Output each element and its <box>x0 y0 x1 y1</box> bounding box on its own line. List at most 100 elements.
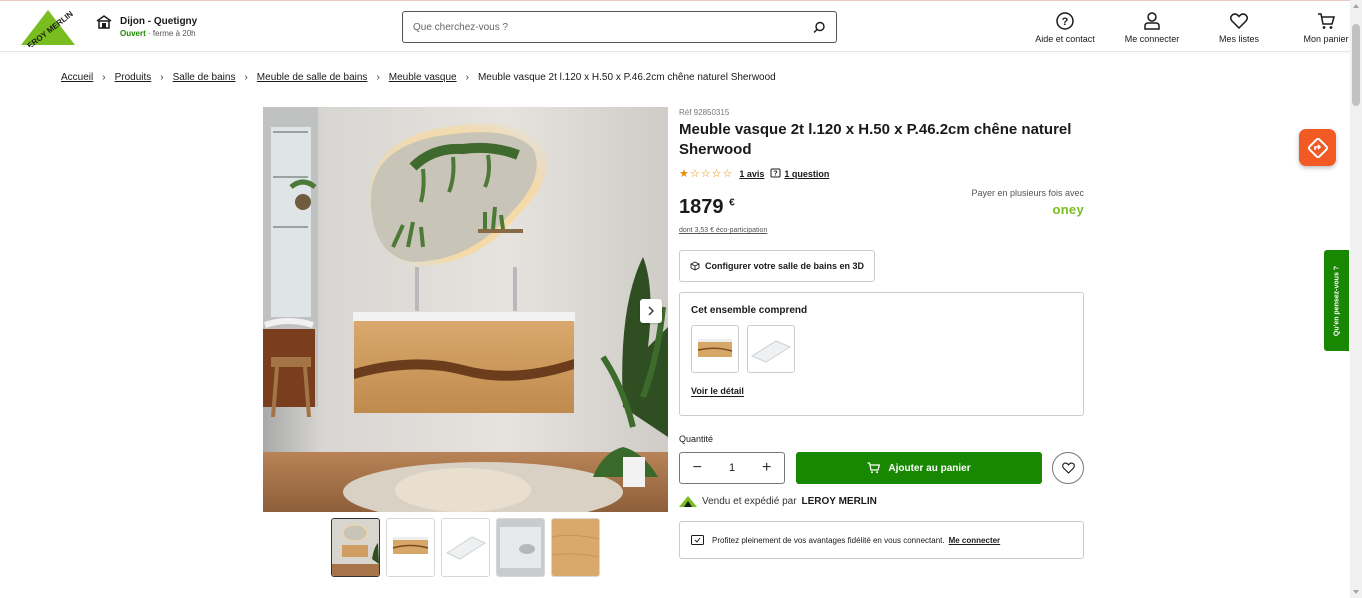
user-icon <box>1144 12 1160 30</box>
seller-info: Vendu et expédié par LEROY MERLIN <box>679 496 1084 507</box>
feedback-tab[interactable]: Qu'en pensez-vous ? <box>1324 250 1349 351</box>
feedback-label: Qu'en pensez-vous ? <box>1333 265 1340 336</box>
scroll-down-icon[interactable] <box>1353 590 1359 594</box>
page: LEROY MERLIN Dijon - Quetigny Ouvert · f… <box>0 0 1362 598</box>
seller-prefix: Vendu et expédié par <box>702 496 797 507</box>
thumbnail-image <box>497 519 544 576</box>
rating-row: ★☆☆☆☆ 1 avis ? 1 question <box>679 167 1084 180</box>
eco-participation-link[interactable]: dont 3,53 € éco-participation <box>679 227 1084 234</box>
product-photo <box>263 107 668 512</box>
leroy-merlin-logo[interactable]: LEROY MERLIN <box>18 7 78 47</box>
bundle-section: Cet ensemble comprend Voir le détail <box>679 292 1084 416</box>
seller-name: LEROY MERLIN <box>801 496 877 507</box>
bundle-item-basin[interactable] <box>747 325 795 373</box>
scrollbar-thumb[interactable] <box>1352 24 1360 106</box>
heart-icon <box>1230 13 1248 30</box>
diamond-arrow-icon <box>1307 137 1328 158</box>
breadcrumb-home[interactable]: Accueil <box>61 72 93 83</box>
product-main-image[interactable] <box>263 107 668 512</box>
product-title: Meuble vasque 2t l.120 x H.50 x P.46.2cm… <box>679 121 1072 158</box>
search-placeholder: Que cherchez-vous ? <box>413 21 509 33</box>
price-value: 1879 <box>679 196 724 218</box>
login-label: Me connecter <box>1124 34 1180 44</box>
page-scrollbar[interactable] <box>1350 0 1362 598</box>
add-to-wishlist-button[interactable] <box>1052 452 1084 484</box>
login-button[interactable]: Me connecter <box>1117 12 1187 45</box>
svg-text:?: ? <box>774 171 778 178</box>
question-icon: ? <box>770 168 781 178</box>
breadcrumb: Accueil › Produits › Salle de bains › Me… <box>61 72 776 83</box>
breadcrumb-vanity[interactable]: Meuble vasque <box>389 72 457 83</box>
breadcrumb-bathroom[interactable]: Salle de bains <box>173 72 236 83</box>
quantity-input[interactable]: 1 <box>715 462 750 474</box>
thumbnail-image <box>332 519 379 576</box>
increase-quantity-button[interactable]: + <box>749 459 784 477</box>
thumbnail-image <box>387 519 434 576</box>
my-lists-button[interactable]: Mes listes <box>1204 12 1274 45</box>
cabinet-image <box>692 326 738 372</box>
fidelity-text: Profitez pleinement de vos avantages fid… <box>712 535 945 545</box>
configure-3d-button[interactable]: Configurer votre salle de bains en 3D <box>679 250 876 282</box>
configure-3d-label: Configurer votre salle de bains en 3D <box>705 261 865 271</box>
oney-logo[interactable]: oney <box>971 202 1084 217</box>
svg-text:?: ? <box>1062 16 1069 28</box>
header: LEROY MERLIN Dijon - Quetigny Ouvert · f… <box>0 0 1350 52</box>
thumbnail-strip <box>331 518 600 577</box>
thumbnail[interactable] <box>441 518 490 577</box>
help-contact-button[interactable]: ? Aide et contact <box>1030 12 1100 45</box>
thumbnail[interactable] <box>551 518 600 577</box>
store-open-label: Ouvert <box>120 29 146 38</box>
gallery-next-button[interactable] <box>640 299 662 323</box>
rating-stars: ★☆☆☆☆ <box>679 167 733 180</box>
store-hours: · ferme à 20h <box>148 29 196 38</box>
installment-info: Payer en plusieurs fois avec oney <box>971 188 1084 217</box>
cart-icon <box>867 462 881 474</box>
cart-label: Mon panier <box>1303 34 1349 44</box>
bundle-item-cabinet[interactable] <box>691 325 739 373</box>
help-contact-label: Aide et contact <box>1035 34 1095 44</box>
bundle-title: Cet ensemble comprend <box>691 305 808 316</box>
chevron-right-icon <box>648 306 654 316</box>
scroll-up-icon[interactable] <box>1353 4 1359 8</box>
floating-help-button[interactable] <box>1299 129 1336 166</box>
product-ref: Réf 92850315 <box>679 108 730 117</box>
thumbnail-image <box>442 519 489 576</box>
bundle-detail-link[interactable]: Voir le détail <box>691 386 744 397</box>
thumbnail-image <box>552 519 599 576</box>
decrease-quantity-button[interactable]: − <box>680 459 715 477</box>
product-info: Réf 92850315 Meuble vasque 2t l.120 x H.… <box>679 107 1084 559</box>
store-icon <box>96 15 112 29</box>
chevron-right-icon: › <box>102 72 106 83</box>
add-to-cart-label: Ajouter au panier <box>888 462 971 474</box>
fidelity-banner: Profitez pleinement de vos avantages fid… <box>679 521 1084 559</box>
my-lists-label: Mes listes <box>1218 34 1259 44</box>
search-icon[interactable] <box>813 21 826 34</box>
fidelity-login-link[interactable]: Me connecter <box>949 536 1001 545</box>
quantity-stepper: − 1 + <box>679 452 785 484</box>
thumbnail[interactable] <box>386 518 435 577</box>
search-input[interactable]: Que cherchez-vous ? <box>402 11 837 43</box>
breadcrumb-current: Meuble vasque 2t l.120 x H.50 x P.46.2cm… <box>477 72 776 83</box>
chevron-right-icon: › <box>376 72 380 83</box>
thumbnail[interactable] <box>496 518 545 577</box>
breadcrumb-products[interactable]: Produits <box>115 72 152 83</box>
cart-icon <box>1318 13 1335 29</box>
add-to-cart-button[interactable]: Ajouter au panier <box>796 452 1042 484</box>
breadcrumb-bathroom-furniture[interactable]: Meuble de salle de bains <box>257 72 368 83</box>
loyalty-card-icon <box>691 535 704 545</box>
reviews-link[interactable]: 1 avis <box>739 169 764 179</box>
help-icon: ? <box>1056 12 1074 30</box>
chevron-right-icon: › <box>160 72 164 83</box>
store-selector[interactable]: Dijon - Quetigny Ouvert · ferme à 20h <box>96 15 197 40</box>
heart-icon <box>1061 462 1075 474</box>
price-currency: € <box>729 197 735 209</box>
questions-link[interactable]: 1 question <box>784 169 829 179</box>
quantity-label: Quantité <box>679 434 714 444</box>
thumbnail[interactable] <box>331 518 380 577</box>
chevron-right-icon: › <box>244 72 248 83</box>
bundle-items <box>691 325 1072 373</box>
installment-label: Payer en plusieurs fois avec <box>971 188 1084 198</box>
store-name: Dijon - Quetigny <box>120 16 198 27</box>
basin-image <box>748 326 794 372</box>
leroy-merlin-small-logo <box>679 496 697 507</box>
